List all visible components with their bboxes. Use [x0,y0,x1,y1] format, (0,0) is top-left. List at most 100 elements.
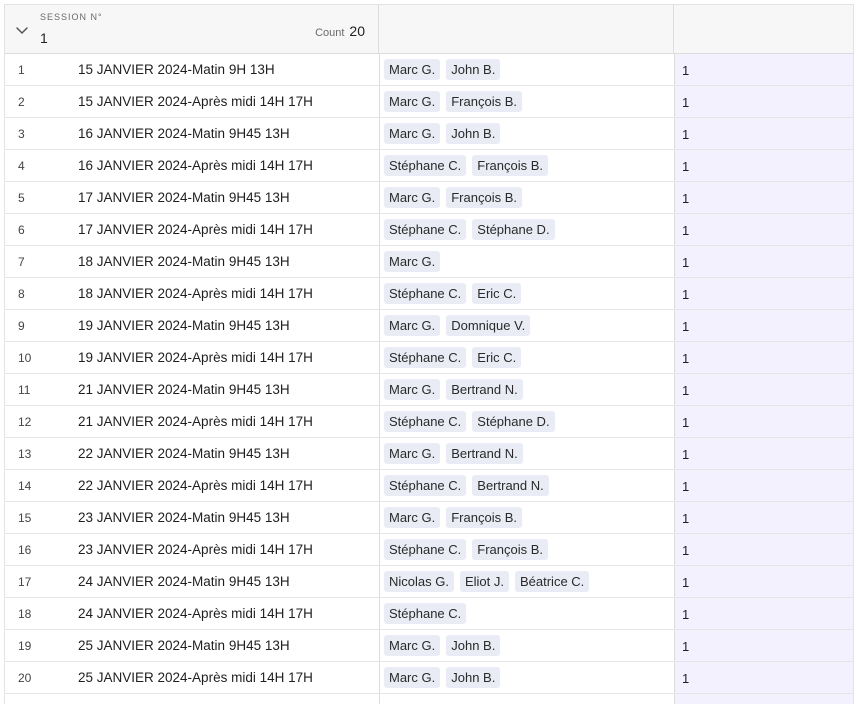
trainers-cell[interactable]: Marc G. François B. [379,182,674,213]
trainers-cell[interactable]: Stéphane C. Bertrand N. [379,470,674,501]
table-row[interactable]: 11 21 JANVIER 2024-Matin 9H45 13H Marc G. B… [5,374,853,406]
trainer-chip: John B. [446,123,501,144]
trainers-cell[interactable]: Marc G. [379,246,674,277]
trainer-chip: Marc G. [384,251,441,272]
table-row[interactable]: 20 25 JANVIER 2024-Après midi 14H 17H Marc… [5,662,853,694]
group-header-count-cell [674,5,853,53]
trainers-cell[interactable]: Stéphane C. Eric C. [379,342,674,373]
row-number: 9 [18,319,25,333]
table-row[interactable]: 1 15 JANVIER 2024-Matin 9H 13H Marc G. John… [5,54,853,86]
count-cell[interactable]: 1 [674,406,853,437]
table-row[interactable]: 15 23 JANVIER 2024-Matin 9H45 13H Marc G. F… [5,502,853,534]
table-row[interactable]: 12 21 JANVIER 2024-Après midi 14H 17H Stép… [5,406,853,438]
session-cell[interactable]: 17 JANVIER 2024-Après midi 14H 17H [78,222,313,237]
session-cell[interactable]: 16 JANVIER 2024-Matin 9H45 13H [78,126,290,141]
trainers-cell[interactable]: Stéphane C. Stéphane D. [379,406,674,437]
session-cell[interactable]: 24 JANVIER 2024-Après midi 14H 17H [78,606,313,621]
count-cell[interactable]: 1 [674,598,853,629]
count-cell[interactable]: 1 [674,182,853,213]
grouped-grid: SESSION N° 1 Count 20 1 15 JANVIER 2024-Ma… [4,4,854,704]
trainer-chip: François B. [446,507,522,528]
table-row[interactable]: 14 22 JANVIER 2024-Après midi 14H 17H Stép… [5,470,853,502]
session-cell[interactable]: 23 JANVIER 2024-Après midi 14H 17H [78,542,313,557]
table-row[interactable]: 13 22 JANVIER 2024-Matin 9H45 13H Marc G. B… [5,438,853,470]
count-cell[interactable]: 1 [674,150,853,181]
row-number: 13 [18,447,32,461]
count-cell[interactable]: 1 [674,278,853,309]
trainers-cell[interactable]: Marc G. François B. [379,86,674,117]
count-cell[interactable]: 1 [674,214,853,245]
count-cell[interactable]: 1 [674,342,853,373]
session-cell[interactable]: 22 JANVIER 2024-Matin 9H45 13H [78,446,290,461]
trainers-cell[interactable]: Marc G. John B. [379,662,674,693]
session-cell[interactable]: 23 JANVIER 2024-Matin 9H45 13H [78,510,290,525]
count-value: 1 [682,63,690,78]
group-count-label: Count [315,27,345,39]
count-cell[interactable]: 1 [674,374,853,405]
trainers-cell[interactable]: Stéphane C. Stéphane D. [379,214,674,245]
trainer-chip: Marc G. [384,443,441,464]
group-count-value: 20 [349,23,365,39]
session-cell[interactable]: 18 JANVIER 2024-Après midi 14H 17H [78,286,313,301]
table-row[interactable]: 3 16 JANVIER 2024-Matin 9H45 13H Marc G. Jo… [5,118,853,150]
group-header[interactable]: SESSION N° 1 Count 20 [5,5,853,54]
group-record-count: Count 20 [315,23,365,39]
count-cell[interactable]: 1 [674,630,853,661]
trainer-chip: Marc G. [384,635,441,656]
session-cell[interactable]: 21 JANVIER 2024-Matin 9H45 13H [78,382,290,397]
table-row[interactable]: 2 15 JANVIER 2024-Après midi 14H 17H Marc … [5,86,853,118]
trainers-cell[interactable]: Stéphane C. Eric C. [379,278,674,309]
chevron-down-icon[interactable] [15,24,29,38]
table-row[interactable]: 19 25 JANVIER 2024-Matin 9H45 13H Marc G. J… [5,630,853,662]
table-row[interactable]: 6 17 JANVIER 2024-Après midi 14H 17H Stéph… [5,214,853,246]
trainers-cell[interactable]: Nicolas G. Eliot J. Béatrice C. [379,566,674,597]
row-number: 12 [18,415,32,429]
table-row[interactable]: 10 19 JANVIER 2024-Après midi 14H 17H Stép… [5,342,853,374]
session-cell[interactable]: 21 JANVIER 2024-Après midi 14H 17H [78,414,313,429]
trainers-cell[interactable]: Marc G. Domnique V. [379,310,674,341]
count-cell[interactable]: 1 [674,534,853,565]
table-row[interactable]: 9 19 JANVIER 2024-Matin 9H45 13H Marc G. Do… [5,310,853,342]
table-row[interactable]: 16 23 JANVIER 2024-Après midi 14H 17H Stép… [5,534,853,566]
trainers-cell[interactable]: Marc G. Bertrand N. [379,438,674,469]
table-row[interactable]: 7 18 JANVIER 2024-Matin 9H45 13H Marc G. 1 [5,246,853,278]
table-row[interactable]: 18 24 JANVIER 2024-Après midi 14H 17H Stép… [5,598,853,630]
session-cell[interactable]: 16 JANVIER 2024-Après midi 14H 17H [78,158,313,173]
table-row[interactable]: 4 16 JANVIER 2024-Après midi 14H 17H Stéph… [5,150,853,182]
count-cell[interactable]: 1 [674,470,853,501]
trainer-chip: Bertrand N. [446,443,523,464]
session-cell[interactable]: 15 JANVIER 2024-Après midi 14H 17H [78,94,313,109]
session-cell[interactable]: 25 JANVIER 2024-Après midi 14H 17H [78,670,313,685]
trainers-cell[interactable]: Stéphane C. François B. [379,150,674,181]
count-cell[interactable]: 1 [674,54,853,85]
session-cell[interactable]: 24 JANVIER 2024-Matin 9H45 13H [78,574,290,589]
count-cell[interactable]: 1 [674,566,853,597]
session-cell[interactable]: 15 JANVIER 2024-Matin 9H 13H [78,62,275,77]
trainers-cell[interactable]: Marc G. John B. [379,118,674,149]
trainers-cell[interactable]: Stéphane C. [379,598,674,629]
count-cell[interactable]: 1 [674,86,853,117]
table-row[interactable]: 17 24 JANVIER 2024-Matin 9H45 13H Nicolas … [5,566,853,598]
trainers-cell[interactable]: Marc G. François B. [379,502,674,533]
session-cell[interactable]: 17 JANVIER 2024-Matin 9H45 13H [78,190,290,205]
session-cell[interactable]: 19 JANVIER 2024-Après midi 14H 17H [78,350,313,365]
trainers-cell[interactable]: Marc G. John B. [379,54,674,85]
count-cell[interactable]: 1 [674,118,853,149]
trainer-chip: Eric C. [472,347,522,368]
trainers-cell[interactable]: Marc G. Bertrand N. [379,374,674,405]
session-cell[interactable]: 22 JANVIER 2024-Après midi 14H 17H [78,478,313,493]
count-cell[interactable]: 1 [674,502,853,533]
count-cell[interactable]: 1 [674,662,853,693]
session-cell[interactable]: 18 JANVIER 2024-Matin 9H45 13H [78,254,290,269]
count-cell[interactable]: 1 [674,438,853,469]
trainer-chip: Marc G. [384,379,441,400]
count-cell[interactable]: 1 [674,310,853,341]
count-cell[interactable]: 1 [674,246,853,277]
session-cell[interactable]: 25 JANVIER 2024-Matin 9H45 13H [78,638,290,653]
table-row[interactable]: 8 18 JANVIER 2024-Après midi 14H 17H Stéph… [5,278,853,310]
trainers-cell[interactable]: Marc G. John B. [379,630,674,661]
session-cell[interactable]: 19 JANVIER 2024-Matin 9H45 13H [78,318,290,333]
table-row[interactable]: 5 17 JANVIER 2024-Matin 9H45 13H Marc G. Fr… [5,182,853,214]
trainers-cell[interactable]: Stéphane C. François B. [379,534,674,565]
row-number: 5 [18,191,25,205]
